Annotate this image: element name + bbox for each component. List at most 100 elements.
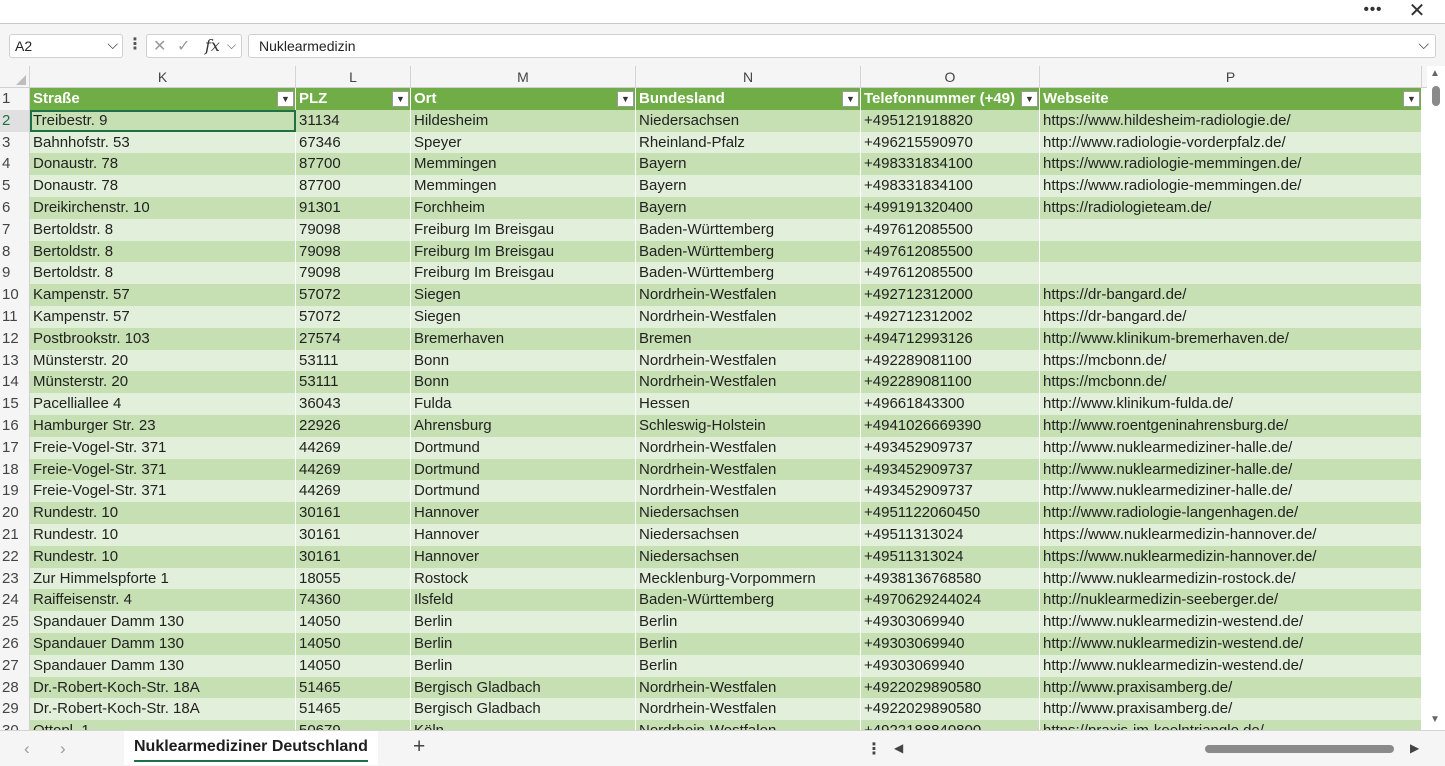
cell-bundesland[interactable]: Nordrhein-Westfalen bbox=[636, 284, 861, 306]
cell-ort[interactable]: Bremerhaven bbox=[411, 327, 636, 350]
cell-ort[interactable]: Berlin bbox=[411, 654, 636, 677]
spreadsheet-grid[interactable]: K L M N O P 1 Straße ▼ PLZ ▼ Ort ▼ Bundesla… bbox=[0, 66, 1427, 730]
cell-webseite[interactable]: https://www.radiologie-memmingen.de/ bbox=[1040, 175, 1422, 197]
cell-telefon[interactable]: +49303069940 bbox=[861, 654, 1040, 677]
filter-dropdown-icon[interactable]: ▼ bbox=[277, 91, 294, 107]
cell-webseite[interactable]: http://www.roentgeninahrensburg.de/ bbox=[1040, 415, 1422, 437]
cell-webseite[interactable]: https://dr-bangard.de/ bbox=[1040, 284, 1422, 306]
cell-strasse[interactable]: Zur Himmelspforte 1 bbox=[30, 567, 296, 590]
cell-bundesland[interactable]: Bayern bbox=[636, 175, 861, 197]
cell-plz[interactable]: 30161 bbox=[296, 545, 411, 568]
cell-ort[interactable]: Fulda bbox=[411, 393, 636, 415]
cell-strasse[interactable]: Spandauer Damm 130 bbox=[30, 654, 296, 677]
cell-telefon[interactable]: +49511313024 bbox=[861, 545, 1040, 568]
cell-telefon[interactable]: +493452909737 bbox=[861, 480, 1040, 503]
cell-plz[interactable]: 30161 bbox=[296, 524, 411, 546]
filter-dropdown-icon[interactable]: ▼ bbox=[842, 91, 859, 107]
cell-ort[interactable]: Forchheim bbox=[411, 197, 636, 219]
chevron-down-icon[interactable]: ⌵ bbox=[227, 38, 236, 53]
cell-webseite[interactable] bbox=[1040, 218, 1422, 241]
filter-dropdown-icon[interactable]: ▼ bbox=[1403, 91, 1420, 107]
cell-telefon[interactable]: +497612085500 bbox=[861, 240, 1040, 263]
cell-plz[interactable]: 44269 bbox=[296, 436, 411, 459]
scroll-left-icon[interactable]: ◀ bbox=[894, 741, 903, 755]
cell-bundesland[interactable]: Nordrhein-Westfalen bbox=[636, 436, 861, 459]
row-number[interactable]: 17 bbox=[0, 436, 30, 459]
cell-ort[interactable]: Siegen bbox=[411, 284, 636, 306]
scroll-up-icon[interactable]: ▲ bbox=[1430, 68, 1440, 79]
row-number[interactable]: 9 bbox=[0, 262, 30, 285]
chevron-down-icon[interactable]: ⌵ bbox=[107, 36, 118, 53]
header-cell-strasse[interactable]: Straße ▼ bbox=[30, 88, 296, 110]
cell-bundesland[interactable]: Berlin bbox=[636, 654, 861, 677]
column-header-l[interactable]: L bbox=[296, 66, 411, 88]
add-sheet-icon[interactable]: + bbox=[413, 735, 425, 759]
row-number[interactable]: 28 bbox=[0, 676, 30, 699]
column-header-p[interactable]: P bbox=[1040, 66, 1422, 88]
cell-webseite[interactable]: http://www.nuklearmedizin-westend.de/ bbox=[1040, 654, 1422, 677]
cell-telefon[interactable]: +498331834100 bbox=[861, 175, 1040, 197]
cell-ort[interactable]: Berlin bbox=[411, 633, 636, 655]
cell-strasse[interactable]: Hamburger Str. 23 bbox=[30, 415, 296, 437]
row-number[interactable]: 13 bbox=[0, 349, 30, 372]
row-number[interactable]: 20 bbox=[0, 502, 30, 524]
cell-strasse[interactable]: Münsterstr. 20 bbox=[30, 371, 296, 394]
cell-strasse[interactable]: Raiffeisenstr. 4 bbox=[30, 589, 296, 612]
cell-plz[interactable]: 14050 bbox=[296, 611, 411, 633]
cancel-icon[interactable]: ✕ bbox=[153, 36, 166, 56]
cell-telefon[interactable]: +49303069940 bbox=[861, 633, 1040, 655]
cell-plz[interactable]: 67346 bbox=[296, 131, 411, 154]
cell-strasse[interactable]: Pacelliallee 4 bbox=[30, 393, 296, 415]
cell-plz[interactable]: 87700 bbox=[296, 175, 411, 197]
column-header-k[interactable]: K bbox=[30, 66, 296, 88]
cell-telefon[interactable]: +4970629244024 bbox=[861, 589, 1040, 612]
cell-ort[interactable]: Freiburg Im Breisgau bbox=[411, 262, 636, 285]
cell-strasse[interactable]: Freie-Vogel-Str. 371 bbox=[30, 436, 296, 459]
row-number[interactable]: 12 bbox=[0, 327, 30, 350]
cell-webseite[interactable] bbox=[1040, 240, 1422, 263]
cell-strasse[interactable]: Münsterstr. 20 bbox=[30, 349, 296, 372]
filter-dropdown-icon[interactable]: ▼ bbox=[617, 91, 634, 107]
cell-ort[interactable]: Hannover bbox=[411, 524, 636, 546]
cell-webseite[interactable]: http://www.klinikum-fulda.de/ bbox=[1040, 393, 1422, 415]
cell-bundesland[interactable]: Schleswig-Holstein bbox=[636, 415, 861, 437]
cell-bundesland[interactable]: Nordrhein-Westfalen bbox=[636, 480, 861, 503]
cell-ort[interactable]: Memmingen bbox=[411, 153, 636, 176]
cell-webseite[interactable] bbox=[1040, 262, 1422, 285]
header-cell-plz[interactable]: PLZ ▼ bbox=[296, 88, 411, 110]
row-number[interactable]: 14 bbox=[0, 371, 30, 394]
cell-bundesland[interactable]: Mecklenburg-Vorpommern bbox=[636, 567, 861, 590]
cell-telefon[interactable]: +495121918820 bbox=[861, 109, 1040, 132]
cell-ort[interactable]: Hannover bbox=[411, 502, 636, 524]
cell-bundesland[interactable]: Baden-Württemberg bbox=[636, 262, 861, 285]
row-number[interactable]: 15 bbox=[0, 393, 30, 415]
cell-plz[interactable]: 36043 bbox=[296, 393, 411, 415]
expand-formula-icon[interactable]: ⌵ bbox=[1418, 36, 1429, 53]
cell-plz[interactable]: 53111 bbox=[296, 371, 411, 394]
cell-strasse[interactable]: Rundestr. 10 bbox=[30, 502, 296, 524]
cell-bundesland[interactable]: Nordrhein-Westfalen bbox=[636, 458, 861, 481]
cell-strasse[interactable]: Ottopl. 1 bbox=[30, 720, 296, 730]
row-number[interactable]: 7 bbox=[0, 218, 30, 241]
cell-webseite[interactable]: http://www.radiologie-langenhagen.de/ bbox=[1040, 502, 1422, 524]
row-number[interactable]: 2 bbox=[0, 109, 30, 132]
cell-bundesland[interactable]: Niedersachsen bbox=[636, 502, 861, 524]
row-number[interactable]: 4 bbox=[0, 153, 30, 176]
cell-telefon[interactable]: +498331834100 bbox=[861, 153, 1040, 176]
cell-bundesland[interactable]: Niedersachsen bbox=[636, 545, 861, 568]
cell-telefon[interactable]: +492712312002 bbox=[861, 306, 1040, 328]
cell-telefon[interactable]: +49511313024 bbox=[861, 524, 1040, 546]
cell-bundesland[interactable]: Nordrhein-Westfalen bbox=[636, 306, 861, 328]
row-number[interactable]: 19 bbox=[0, 480, 30, 503]
row-number[interactable]: 6 bbox=[0, 197, 30, 219]
cell-bundesland[interactable]: Nordrhein-Westfalen bbox=[636, 720, 861, 730]
cell-strasse[interactable]: Spandauer Damm 130 bbox=[30, 633, 296, 655]
cell-plz[interactable]: 74360 bbox=[296, 589, 411, 612]
cell-plz[interactable]: 44269 bbox=[296, 458, 411, 481]
row-number[interactable]: 24 bbox=[0, 589, 30, 612]
cell-ort[interactable]: Bergisch Gladbach bbox=[411, 676, 636, 699]
cell-telefon[interactable]: +49661843300 bbox=[861, 393, 1040, 415]
cell-webseite[interactable]: http://www.nuklearmedizin-westend.de/ bbox=[1040, 633, 1422, 655]
cell-strasse[interactable]: Bertoldstr. 8 bbox=[30, 218, 296, 241]
cell-telefon[interactable]: +499191320400 bbox=[861, 197, 1040, 219]
